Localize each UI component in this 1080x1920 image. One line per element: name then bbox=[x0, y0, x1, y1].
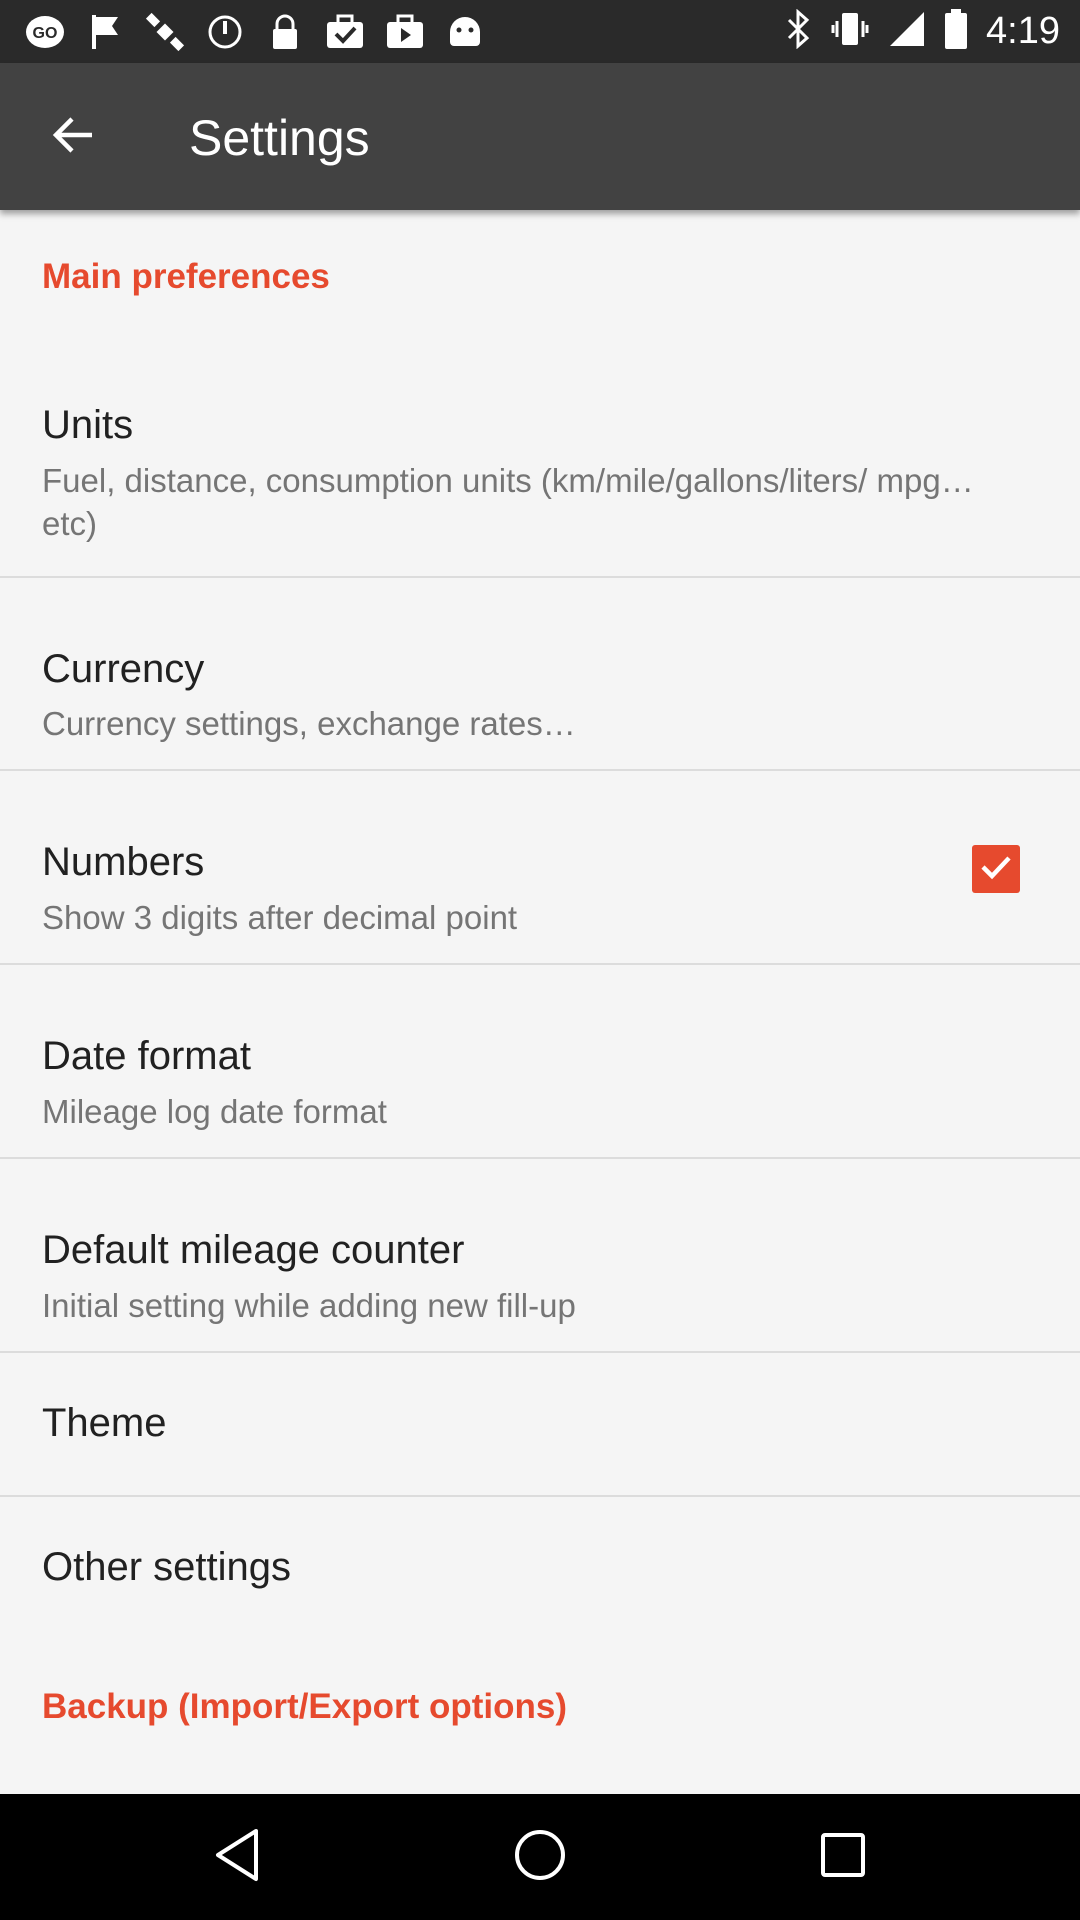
backup-section: Backup (Import/Export options) bbox=[0, 1627, 1080, 1767]
nav-home-button[interactable] bbox=[505, 1822, 575, 1892]
pref-summary: Fuel, distance, consumption units (km/mi… bbox=[42, 462, 974, 542]
battery-icon bbox=[944, 8, 968, 55]
navigation-bar bbox=[0, 1794, 1080, 1920]
main-preferences-section: Main preferences bbox=[0, 210, 1080, 333]
app-bar: Settings bbox=[0, 63, 1080, 210]
section-header-backup: Backup (Import/Export options) bbox=[42, 1687, 567, 1726]
pref-item-other-settings[interactable]: Other settings bbox=[0, 1497, 1080, 1627]
android-icon bbox=[442, 10, 488, 54]
signal-icon bbox=[888, 10, 926, 53]
pref-title: Default mileage counter bbox=[42, 1228, 465, 1272]
home-circle-icon bbox=[512, 1827, 568, 1888]
checkmark-icon bbox=[979, 852, 1013, 887]
alarm-icon bbox=[202, 10, 248, 54]
numbers-checkbox[interactable] bbox=[972, 845, 1020, 893]
svg-text:GO: GO bbox=[33, 25, 58, 42]
go-app-icon: GO bbox=[22, 10, 68, 54]
page-title: Settings bbox=[189, 110, 370, 166]
pref-summary: Currency settings, exchange rates… bbox=[42, 705, 576, 742]
nav-recents-button[interactable] bbox=[808, 1822, 878, 1892]
pref-title: Date format bbox=[42, 1034, 251, 1078]
pref-title: Numbers bbox=[42, 840, 205, 884]
shopping-bag-icon bbox=[382, 10, 428, 54]
flag-icon bbox=[82, 10, 128, 54]
pref-item-units[interactable]: Units Fuel, distance, consumption units … bbox=[0, 333, 1080, 578]
status-bar: GO 4:19 bbox=[0, 0, 1080, 63]
pref-item-date-format[interactable]: Date format Mileage log date format bbox=[0, 965, 1080, 1159]
status-time: 4:19 bbox=[986, 10, 1060, 52]
lock-icon bbox=[262, 10, 308, 54]
settings-list: Main preferences Units Fuel, distance, c… bbox=[0, 210, 1080, 1767]
bluetooth-icon bbox=[786, 8, 812, 54]
pref-item-default-mileage-counter[interactable]: Default mileage counter Initial setting … bbox=[0, 1159, 1080, 1353]
section-header-main: Main preferences bbox=[42, 257, 330, 296]
pref-summary: Initial setting while adding new fill-up bbox=[42, 1287, 576, 1324]
satellite-icon bbox=[142, 10, 188, 54]
pref-item-currency[interactable]: Currency Currency settings, exchange rat… bbox=[0, 578, 1080, 771]
vibrate-icon bbox=[830, 9, 870, 54]
pref-title: Units bbox=[42, 403, 134, 447]
pref-title: Currency bbox=[42, 647, 205, 691]
pref-title: Other settings bbox=[42, 1545, 292, 1589]
back-triangle-icon bbox=[212, 1827, 262, 1888]
pref-summary: Show 3 digits after decimal point bbox=[42, 899, 518, 936]
pref-summary: Mileage log date format bbox=[42, 1093, 387, 1130]
pref-title: Theme bbox=[42, 1401, 167, 1445]
back-button[interactable] bbox=[32, 101, 114, 173]
nav-back-button[interactable] bbox=[202, 1822, 272, 1892]
pref-item-theme[interactable]: Theme bbox=[0, 1353, 1080, 1497]
arrow-back-icon bbox=[52, 115, 94, 160]
recents-square-icon bbox=[818, 1830, 868, 1885]
briefcase-check-icon bbox=[322, 10, 368, 54]
pref-item-numbers[interactable]: Numbers Show 3 digits after decimal poin… bbox=[0, 771, 1080, 965]
